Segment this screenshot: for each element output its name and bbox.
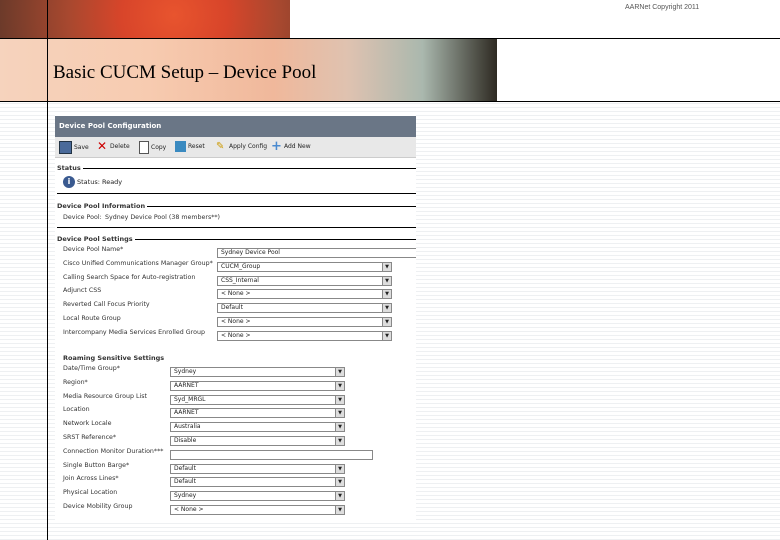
field-label: SRST Reference* [63, 434, 117, 441]
field-label: Region* [63, 378, 88, 386]
device-pool-screenshot: Device Pool Configuration Save ✕ Delete C… [55, 113, 416, 520]
field-label: Intercompany Media Services Enrolled Gro… [63, 328, 205, 336]
field-value: Sydney [174, 368, 197, 375]
chevron-down-icon: ▼ [335, 464, 344, 473]
dropdown[interactable]: Syd_MRGL ▼ [170, 394, 345, 405]
device-pool-value: Sydney Device Pool (38 members**) [105, 214, 220, 221]
dropdown[interactable]: < None > ▼ [217, 317, 392, 327]
divider [47, 0, 48, 540]
dropdown[interactable]: AARNET ▼ [170, 380, 345, 391]
field-value: Sydney [174, 492, 197, 500]
chevron-down-icon: ▼ [335, 478, 344, 487]
field-label: Connection Monitor Duration*** [63, 447, 164, 455]
dropdown[interactable]: CUCM_Group ▼ [217, 261, 392, 272]
field-label: Location [63, 406, 90, 414]
field-value: < None > [221, 290, 251, 298]
text-input[interactable] [170, 449, 373, 460]
field-value: CUCM_Group [221, 262, 261, 270]
field-value: Sydney Device Pool [221, 249, 280, 256]
delete-button[interactable]: ✕ Delete [97, 139, 130, 153]
slide-title: Basic CUCM Setup – Device Pool [53, 62, 317, 83]
dropdown[interactable]: Australia ▼ [170, 422, 345, 433]
field-value: Default [174, 478, 196, 486]
apply-config-button[interactable]: ✎ Apply Config [216, 141, 267, 152]
dropdown[interactable]: Default ▼ [170, 463, 345, 474]
chevron-down-icon: ▼ [382, 318, 391, 326]
save-button[interactable]: Save [59, 141, 89, 154]
toolbar: Save ✕ Delete Copy Reset ✎ Apply Config + A… [55, 137, 416, 158]
add-new-button[interactable]: + Add New [271, 139, 311, 154]
status-text: Status: Ready [77, 178, 123, 186]
chevron-down-icon: ▼ [335, 368, 344, 376]
dropdown[interactable]: Default ▼ [170, 477, 345, 488]
chevron-down-icon: ▼ [335, 506, 344, 514]
field-label: Calling Search Space for Auto-registrati… [63, 273, 196, 281]
dropdown[interactable]: < None > ▼ [170, 505, 345, 515]
field-value: < None > [221, 331, 251, 339]
settings-legend: Device Pool Settings [57, 235, 135, 243]
field-label: Physical Location [63, 489, 118, 497]
text-input[interactable]: Sydney Device Pool [217, 248, 416, 258]
field-label: Device Mobility Group [63, 503, 133, 510]
roaming-heading: Roaming Sensitive Settings [63, 354, 167, 362]
field-value: Australia [174, 423, 201, 431]
field-value: Default [174, 464, 196, 472]
copy-button[interactable]: Copy [139, 141, 166, 154]
field-value: Syd_MRGL [174, 395, 206, 403]
field-label: Adjunct CSS [63, 287, 102, 295]
device-pool-label: Device Pool: [63, 214, 102, 221]
divider [0, 101, 780, 102]
field-label: Network Locale [63, 420, 112, 428]
chevron-down-icon: ▼ [382, 276, 391, 285]
chevron-down-icon: ▼ [335, 409, 344, 418]
dropdown[interactable]: Default ▼ [217, 303, 392, 314]
chevron-down-icon: ▼ [335, 437, 344, 445]
field-label: Join Across Lines* [63, 475, 119, 483]
chevron-down-icon: ▼ [335, 381, 344, 390]
chevron-down-icon: ▼ [382, 262, 391, 271]
dropdown[interactable]: < None > ▼ [217, 330, 392, 341]
dropdown[interactable]: Disable ▼ [170, 436, 345, 446]
chevron-down-icon: ▼ [382, 290, 391, 299]
field-value: AARNET [174, 381, 199, 389]
save-icon [59, 141, 72, 154]
field-label: Cisco Unified Communications Manager Gro… [63, 259, 213, 267]
field-label: Local Route Group [63, 315, 121, 322]
field-value: CSS_Internal [221, 276, 259, 284]
chevron-down-icon: ▼ [335, 492, 344, 501]
plus-icon: + [271, 139, 282, 154]
field-label: Date/Time Group* [63, 365, 120, 372]
divider [0, 38, 780, 39]
chevron-down-icon: ▼ [382, 304, 391, 313]
field-value: AARNET [174, 409, 199, 417]
page-title: Device Pool Configuration [55, 116, 416, 137]
dropdown[interactable]: < None > ▼ [217, 289, 392, 300]
info-legend: Device Pool Information [57, 202, 148, 210]
chevron-down-icon: ▼ [335, 395, 344, 404]
pencil-icon: ✎ [216, 141, 225, 152]
field-value: Default [221, 304, 243, 312]
copyright: AARNet Copyright 2011 [625, 4, 700, 11]
field-label: Reverted Call Focus Priority [63, 301, 150, 309]
dropdown[interactable]: CSS_Internal ▼ [217, 275, 392, 286]
status-legend: Status [57, 164, 83, 172]
reset-icon [175, 141, 186, 152]
header-image [0, 0, 290, 38]
delete-icon: ✕ [97, 139, 108, 153]
info-icon: i [63, 176, 75, 188]
dropdown[interactable]: Sydney ▼ [170, 491, 345, 502]
field-label: Media Resource Group List [63, 392, 147, 400]
chevron-down-icon: ▼ [335, 423, 344, 432]
field-value: < None > [221, 318, 251, 325]
dropdown[interactable]: AARNET ▼ [170, 408, 345, 419]
copy-icon [139, 141, 149, 154]
field-label: Device Pool Name* [63, 246, 124, 253]
field-value: < None > [174, 506, 204, 513]
reset-button[interactable]: Reset [175, 141, 205, 152]
chevron-down-icon: ▼ [382, 331, 391, 340]
field-value: Disable [174, 437, 197, 444]
field-label: Single Button Barge* [63, 461, 130, 469]
dropdown[interactable]: Sydney ▼ [170, 367, 345, 377]
